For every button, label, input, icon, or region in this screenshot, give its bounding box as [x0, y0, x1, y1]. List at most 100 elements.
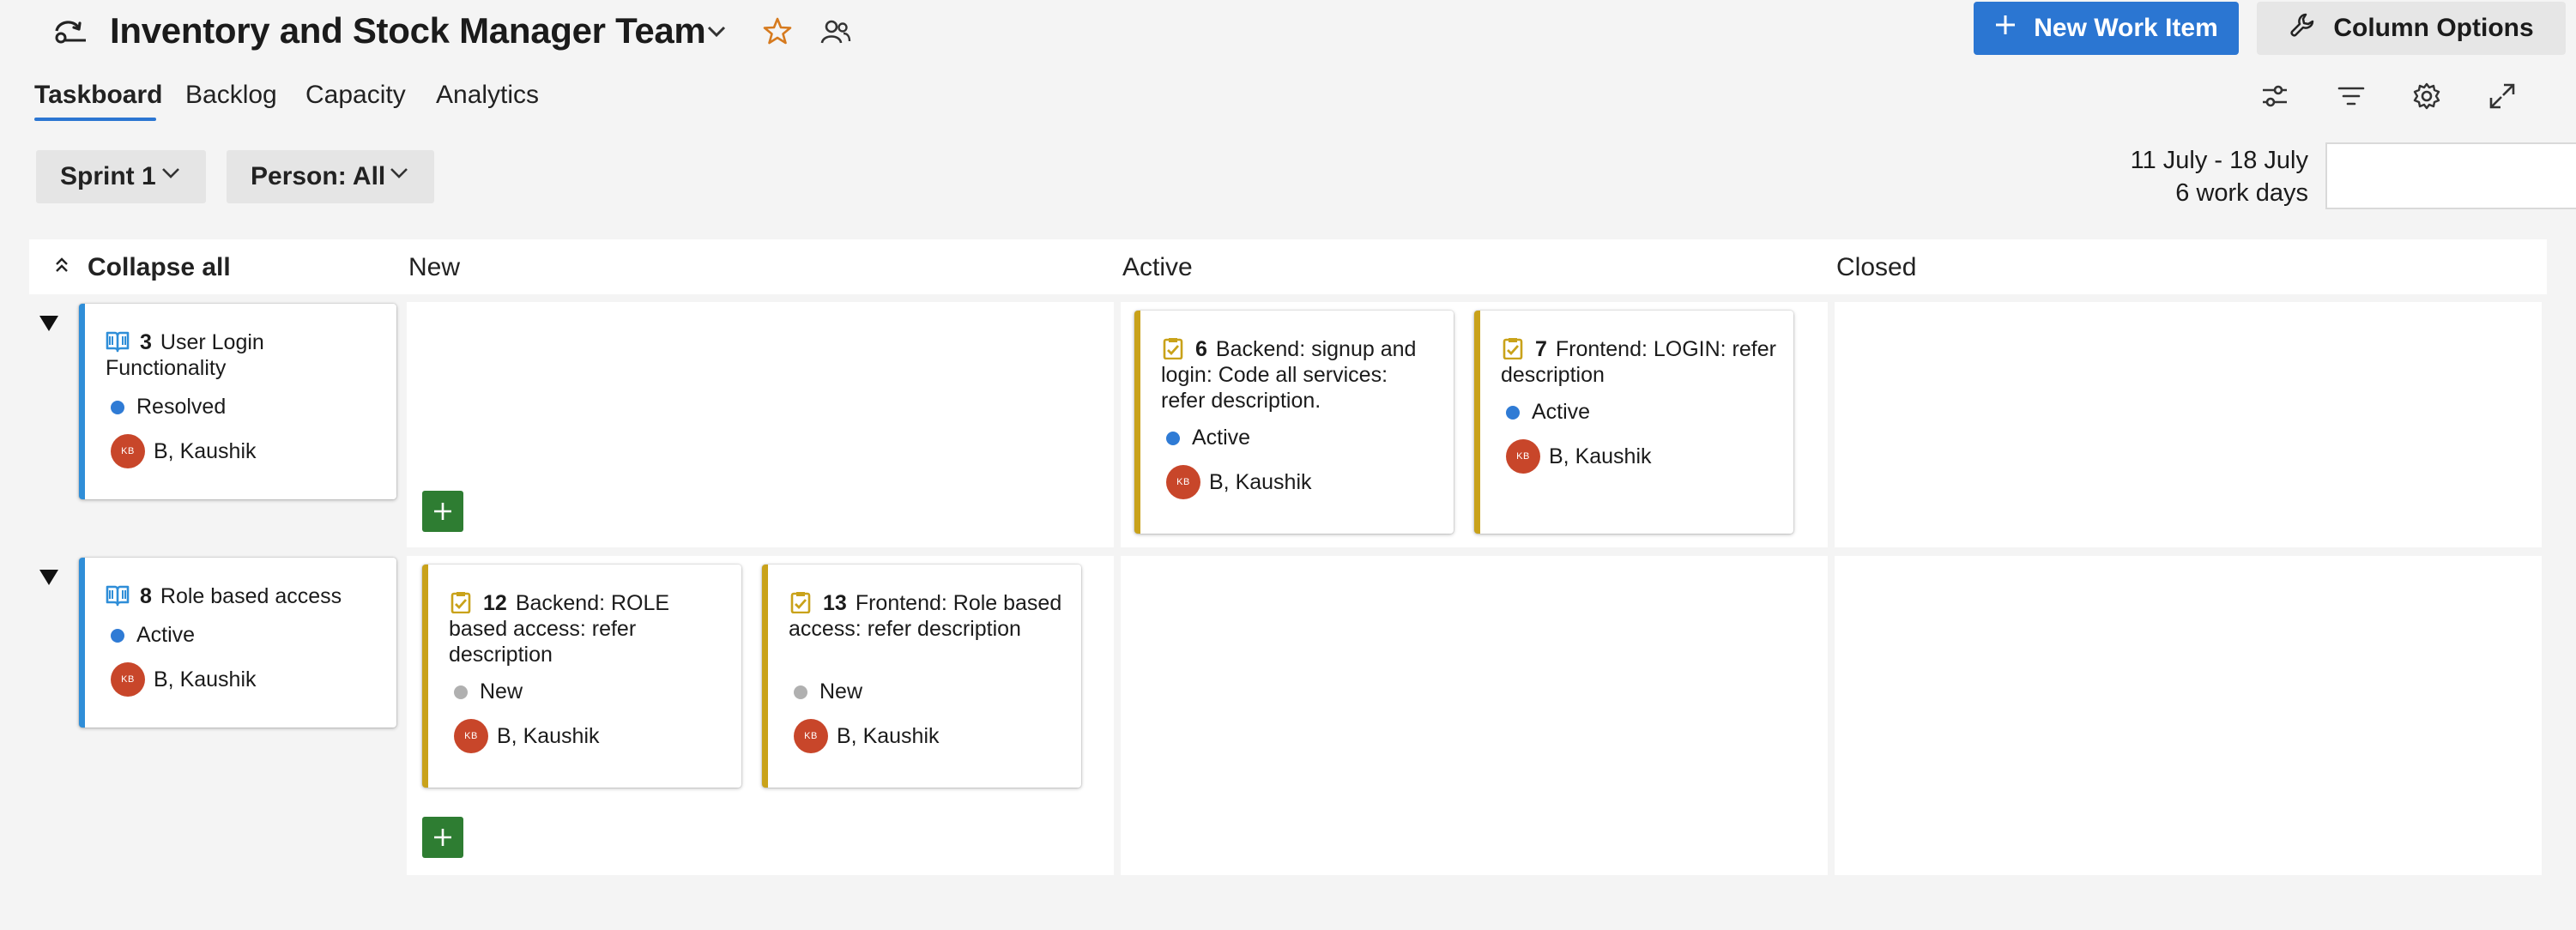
- add-task-button[interactable]: [422, 817, 463, 858]
- card-state-label: New: [480, 679, 523, 704]
- state-dot-icon: [794, 685, 807, 699]
- avatar: KB: [111, 434, 145, 468]
- avatar: KB: [1506, 439, 1540, 474]
- card-state-label: New: [819, 679, 863, 704]
- chevron-down-icon: [388, 162, 410, 191]
- card-id: 13: [823, 591, 847, 615]
- plus-icon: [1994, 14, 2017, 43]
- card-title: 6 Backend: signup and login: Code all ser…: [1161, 336, 1436, 414]
- lane-2-closed-cell[interactable]: [1835, 556, 2542, 875]
- filter-icon[interactable]: [2336, 81, 2367, 112]
- card-id: 3: [140, 330, 152, 354]
- clipboard-check-icon: [789, 591, 813, 614]
- avatar: KB: [1166, 465, 1200, 499]
- card-state: New: [794, 679, 862, 704]
- card-title: 7 Frontend: LOGIN: refer description: [1501, 336, 1776, 388]
- column-options-label: Column Options: [2333, 14, 2534, 42]
- card-title-text[interactable]: Backend: ROLE based access: refer descri…: [449, 591, 669, 667]
- people-icon[interactable]: [820, 17, 851, 46]
- lane-toggle-icon[interactable]: [36, 311, 62, 336]
- avatar: KB: [454, 719, 488, 753]
- card-title: 12 Backend: ROLE based access: refer desc…: [449, 590, 724, 667]
- assignee-name: B, Kaushik: [1549, 444, 1652, 468]
- clipboard-check-icon: [1161, 337, 1185, 360]
- lane-1-new-cell[interactable]: [407, 302, 1114, 547]
- card-state: Active: [111, 623, 195, 648]
- team-icon: [53, 17, 88, 46]
- task-card[interactable]: 7 Frontend: LOGIN: refer description Acti…: [1474, 311, 1793, 534]
- card-state: Resolved: [111, 395, 226, 420]
- burndown-mini-chart[interactable]: [2325, 142, 2576, 209]
- collapse-all-button[interactable]: Collapse all: [51, 253, 231, 282]
- state-dot-icon: [111, 628, 124, 643]
- wrench-icon: [2289, 11, 2316, 45]
- state-dot-icon: [111, 400, 124, 414]
- card-state-label: Active: [136, 623, 196, 647]
- task-card[interactable]: 12 Backend: ROLE based access: refer desc…: [422, 565, 741, 788]
- team-title[interactable]: Inventory and Stock Manager Team: [110, 10, 706, 51]
- gear-icon[interactable]: [2411, 81, 2442, 112]
- tab-selected-indicator: [34, 118, 156, 121]
- task-card[interactable]: 6 Backend: signup and login: Code all ser…: [1134, 311, 1454, 534]
- sprint-selector[interactable]: Sprint 1: [36, 150, 206, 203]
- card-state: Active: [1166, 426, 1250, 450]
- card-title: 13 Frontend: Role based access: refer des…: [789, 590, 1064, 642]
- card-state-label: Resolved: [136, 395, 227, 419]
- card-title: 3 User Login Functionality: [106, 329, 379, 381]
- chevron-down-icon: [160, 162, 182, 191]
- book-icon: [106, 584, 130, 607]
- tab-backlog[interactable]: Backlog: [185, 81, 277, 110]
- clipboard-check-icon: [449, 591, 473, 614]
- person-filter[interactable]: Person: All: [227, 150, 434, 203]
- expand-icon[interactable]: [2487, 81, 2518, 112]
- parent-card-user-login[interactable]: 3 User Login Functionality Resolved KB B,…: [79, 304, 396, 499]
- clipboard-check-icon: [1501, 337, 1525, 360]
- card-assignee[interactable]: KB B, Kaushik: [794, 719, 940, 753]
- lane-2-active-cell[interactable]: [1121, 556, 1828, 875]
- lane-1-closed-cell[interactable]: [1835, 302, 2542, 547]
- avatar: KB: [111, 662, 145, 697]
- card-title-text[interactable]: Role based access: [160, 584, 342, 608]
- chevron-down-icon[interactable]: [702, 17, 731, 46]
- card-assignee[interactable]: KB B, Kaushik: [1506, 439, 1652, 474]
- card-state-label: Active: [1532, 400, 1591, 424]
- column-header-closed: Closed: [1836, 253, 1917, 281]
- card-state-label: Active: [1192, 426, 1251, 450]
- card-assignee[interactable]: KB B, Kaushik: [111, 434, 257, 468]
- card-assignee[interactable]: KB B, Kaushik: [454, 719, 600, 753]
- add-task-button[interactable]: [422, 491, 463, 532]
- new-work-item-button[interactable]: New Work Item: [1974, 2, 2239, 55]
- card-assignee[interactable]: KB B, Kaushik: [111, 662, 257, 697]
- tab-analytics[interactable]: Analytics: [436, 81, 539, 110]
- sliders-icon[interactable]: [2259, 81, 2290, 112]
- column-options-button[interactable]: Column Options: [2257, 2, 2566, 55]
- lane-toggle-icon[interactable]: [36, 565, 62, 590]
- assignee-name: B, Kaushik: [497, 723, 600, 748]
- assignee-name: B, Kaushik: [154, 438, 257, 463]
- card-id: 12: [483, 591, 507, 615]
- state-dot-icon: [454, 685, 468, 699]
- card-id: 8: [140, 584, 152, 608]
- card-state: New: [454, 679, 523, 704]
- state-dot-icon: [1166, 431, 1180, 445]
- double-chevron-up-icon: [51, 253, 72, 282]
- tab-capacity[interactable]: Capacity: [305, 81, 406, 110]
- tab-taskboard[interactable]: Taskboard: [34, 81, 163, 110]
- sprint-label: Sprint 1: [60, 162, 156, 190]
- parent-card-role-based-access[interactable]: 8 Role based access Active KB B, Kaushik: [79, 558, 396, 728]
- column-header-new: New: [408, 253, 461, 281]
- sprint-work-days: 6 work days: [2175, 179, 2308, 207]
- assignee-name: B, Kaushik: [154, 667, 257, 691]
- star-icon[interactable]: [762, 15, 793, 46]
- card-state: Active: [1506, 400, 1590, 425]
- assignee-name: B, Kaushik: [837, 723, 940, 748]
- sprint-dates: 11 July - 18 July 6 work days: [1974, 144, 2308, 209]
- sprint-date-range: 11 July - 18 July: [2130, 147, 2308, 174]
- card-id: 6: [1195, 337, 1207, 361]
- card-assignee[interactable]: KB B, Kaushik: [1166, 465, 1312, 499]
- card-id: 7: [1535, 337, 1547, 361]
- board-column-header: [29, 239, 2547, 294]
- person-filter-label: Person: All: [251, 162, 386, 190]
- column-header-active: Active: [1122, 253, 1193, 281]
- task-card[interactable]: 13 Frontend: Role based access: refer des…: [762, 565, 1081, 788]
